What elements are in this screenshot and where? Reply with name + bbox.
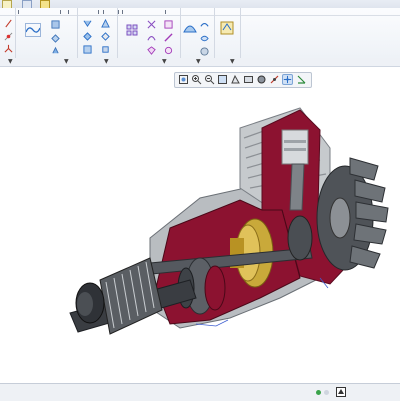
- datum-group: [0, 8, 16, 58]
- shell-icon[interactable]: [101, 32, 110, 41]
- status-ok-icon: [316, 390, 321, 395]
- perspective-icon[interactable]: [230, 74, 241, 85]
- ribbon: [0, 8, 400, 59]
- offset-icon[interactable]: [164, 33, 173, 42]
- sphere-icon[interactable]: [200, 47, 209, 56]
- merge-icon[interactable]: [147, 46, 156, 55]
- freestyle-icon[interactable]: [200, 34, 209, 43]
- intersect-icon[interactable]: [164, 46, 173, 55]
- engineering-group: [77, 8, 118, 58]
- extend-icon[interactable]: [164, 20, 173, 29]
- group-dropdown[interactable]: ▼: [8, 58, 14, 66]
- group-dropdown[interactable]: ▼: [64, 58, 70, 66]
- pattern-icon[interactable]: [126, 24, 138, 36]
- engine-cutaway-model[interactable]: [0, 88, 400, 380]
- datum-display-icon[interactable]: [269, 74, 280, 85]
- shapes-group: [15, 8, 78, 58]
- refit-icon[interactable]: [178, 74, 189, 85]
- spin-center-icon[interactable]: [282, 74, 293, 85]
- mirror-icon[interactable]: [147, 20, 156, 29]
- draft-icon[interactable]: [101, 19, 110, 28]
- model-intent-group: [214, 8, 241, 58]
- annotation-display-icon[interactable]: [296, 74, 307, 85]
- chuck: [75, 257, 163, 335]
- style-icon[interactable]: [200, 20, 209, 29]
- repaint-icon[interactable]: [217, 74, 228, 85]
- in-graphics-toolbar: [174, 72, 312, 88]
- zoom-out-icon[interactable]: [204, 74, 215, 85]
- csys-icon[interactable]: [4, 44, 13, 53]
- graphics-window[interactable]: [0, 88, 400, 380]
- axis-icon[interactable]: [4, 19, 13, 28]
- display-style-icon[interactable]: [256, 74, 267, 85]
- sketch-icon[interactable]: [25, 23, 41, 37]
- saved-views-icon[interactable]: [243, 74, 254, 85]
- chamfer-icon[interactable]: [83, 45, 92, 54]
- group-dropdown[interactable]: ▼: [104, 58, 110, 66]
- surfaces-group: [180, 8, 215, 58]
- hole-icon[interactable]: [83, 19, 92, 28]
- component-interface-icon[interactable]: [220, 21, 234, 35]
- boundary-blend-icon[interactable]: [183, 20, 197, 34]
- status-bar: [0, 383, 400, 401]
- rib-icon[interactable]: [101, 45, 110, 54]
- extrude-icon[interactable]: [51, 20, 60, 29]
- revolve-icon[interactable]: [51, 34, 60, 43]
- editing-group: [117, 8, 181, 58]
- selection-filter-icon[interactable]: [336, 387, 346, 397]
- group-dropdown[interactable]: ▼: [162, 58, 168, 66]
- trim-icon[interactable]: [147, 33, 156, 42]
- ribbon-group-label-bar: ▼ ▼ ▼ ▼ ▼ ▼: [0, 58, 400, 67]
- round-icon[interactable]: [83, 32, 92, 41]
- group-dropdown[interactable]: ▼: [196, 58, 202, 66]
- point-icon[interactable]: [4, 32, 13, 41]
- sweep-icon[interactable]: [51, 46, 60, 55]
- status-busy-icon: [324, 390, 329, 395]
- group-dropdown[interactable]: ▼: [230, 58, 236, 66]
- zoom-in-icon[interactable]: [191, 74, 202, 85]
